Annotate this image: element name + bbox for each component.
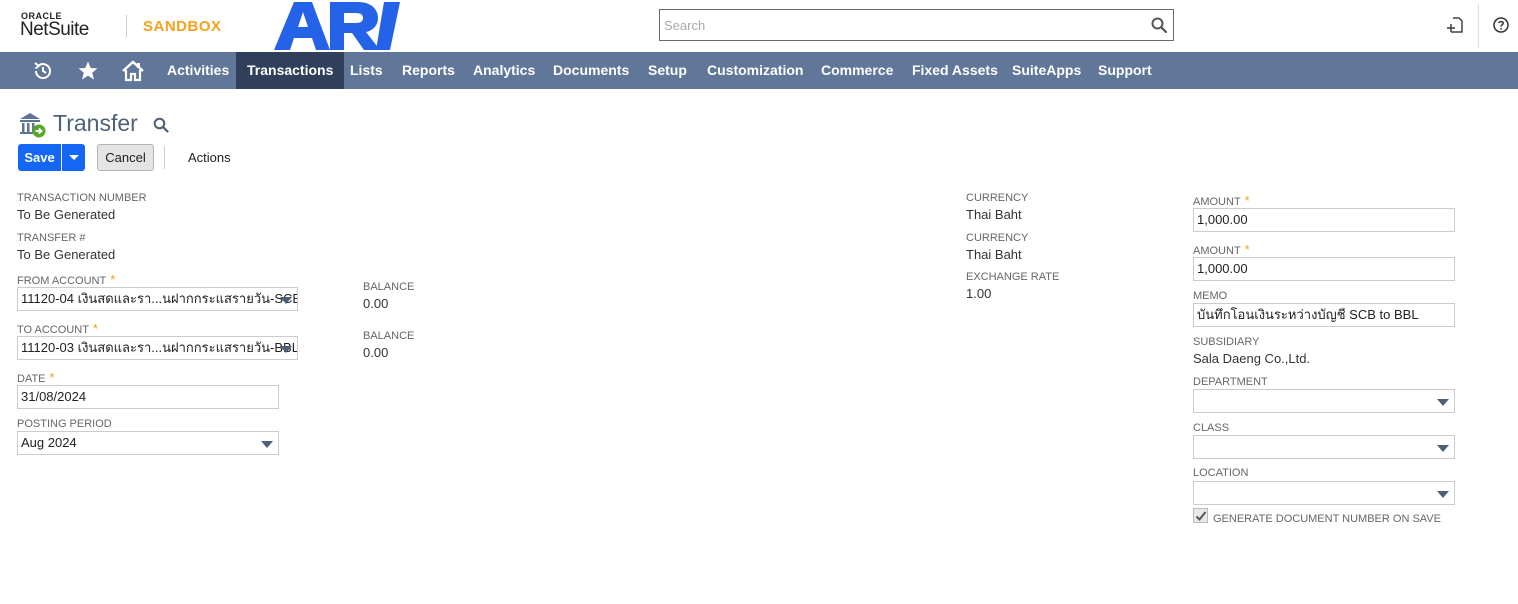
currency-label-1: CURRENCY — [966, 192, 1029, 204]
generate-doc-number-label: GENERATE DOCUMENT NUMBER ON SAVE — [1213, 513, 1441, 525]
required-marker: * — [1244, 193, 1250, 208]
nav-item-suiteapps[interactable]: SuiteApps — [1012, 52, 1081, 89]
amount-label-1: AMOUNT * — [1193, 193, 1250, 208]
netsuite-logo-text[interactable]: NetSuite — [20, 19, 89, 41]
from-balance-value: 0.00 — [363, 296, 389, 311]
company-brand-logo — [274, 2, 400, 50]
to-account-select[interactable]: 11120-03 เงินสดและรา...นฝากกระแสรายวัน-B… — [17, 336, 298, 360]
transfer-number-value: To Be Generated — [17, 247, 116, 262]
home-icon[interactable] — [121, 60, 145, 82]
chevron-down-icon[interactable] — [1437, 491, 1449, 498]
cancel-button[interactable]: Cancel — [97, 144, 154, 171]
from-account-value: 11120-04 เงินสดและรา...นฝากกระแสรายวัน-S… — [21, 291, 298, 306]
location-label: LOCATION — [1193, 467, 1249, 479]
nav-item-commerce[interactable]: Commerce — [821, 52, 893, 89]
favorites-star-icon[interactable] — [77, 60, 99, 82]
from-balance-label: BALANCE — [363, 281, 415, 293]
save-options-dropdown-button[interactable] — [62, 144, 85, 171]
create-new-icon[interactable] — [1446, 16, 1464, 34]
record-search-icon[interactable] — [153, 117, 169, 133]
bank-transfer-icon — [20, 113, 46, 138]
amount-field-2[interactable]: 1,000.00 — [1193, 257, 1455, 281]
chevron-down-icon[interactable] — [280, 346, 292, 353]
memo-field[interactable]: บันทึกโอนเงินระหว่างบัญชี SCB to BBL — [1193, 303, 1455, 327]
to-balance-value: 0.00 — [363, 345, 389, 360]
to-account-label: TO ACCOUNT * — [17, 321, 98, 336]
amount-label-2-text: AMOUNT — [1193, 245, 1241, 257]
nav-item-reports[interactable]: Reports — [402, 52, 455, 89]
nav-item-support[interactable]: Support — [1098, 52, 1152, 89]
global-search-input[interactable] — [660, 10, 1140, 40]
currency-label-2: CURRENCY — [966, 232, 1029, 244]
actions-menu-button[interactable]: Actions — [188, 150, 231, 165]
chevron-down-icon[interactable] — [261, 441, 273, 448]
memo-value: บันทึกโอนเงินระหว่างบัญชี SCB to BBL — [1197, 307, 1419, 322]
nav-item-setup[interactable]: Setup — [648, 52, 687, 89]
search-icon[interactable] — [1151, 17, 1167, 33]
from-account-label-text: FROM ACCOUNT — [17, 275, 107, 287]
logo-divider — [126, 15, 127, 37]
to-balance-label: BALANCE — [363, 330, 415, 342]
recent-records-icon[interactable] — [32, 60, 54, 82]
nav-item-analytics[interactable]: Analytics — [473, 52, 535, 89]
date-label-text: DATE — [17, 373, 46, 385]
nav-item-customization[interactable]: Customization — [707, 52, 803, 89]
posting-period-select[interactable]: Aug 2024 — [17, 431, 279, 455]
help-icon[interactable] — [1492, 16, 1510, 34]
memo-label: MEMO — [1193, 290, 1228, 302]
nav-item-transactions[interactable]: Transactions — [236, 52, 345, 89]
from-account-label: FROM ACCOUNT * — [17, 272, 115, 287]
amount-value-2: 1,000.00 — [1197, 261, 1248, 276]
generate-doc-number-checkbox[interactable] — [1193, 508, 1208, 523]
department-select[interactable] — [1193, 389, 1455, 413]
class-select[interactable] — [1193, 435, 1455, 459]
required-marker: * — [1244, 242, 1250, 257]
currency-value-2: Thai Baht — [966, 247, 1022, 262]
chevron-down-icon[interactable] — [1437, 445, 1449, 452]
header-divider — [1478, 4, 1479, 48]
posting-period-label: POSTING PERIOD — [17, 418, 112, 430]
amount-label-2: AMOUNT * — [1193, 242, 1250, 257]
checkmark-icon — [1195, 511, 1207, 521]
subsidiary-label: SUBSIDIARY — [1193, 336, 1260, 348]
page-title: Transfer — [53, 110, 138, 136]
amount-label-1-text: AMOUNT — [1193, 196, 1241, 208]
exchange-rate-value: 1.00 — [966, 286, 992, 301]
subsidiary-value: Sala Daeng Co.,Ltd. — [1193, 351, 1311, 366]
date-field[interactable]: 31/08/2024 — [17, 385, 279, 409]
sandbox-badge: SANDBOX — [143, 18, 222, 35]
date-label: DATE * — [17, 370, 55, 385]
amount-value-1: 1,000.00 — [1197, 212, 1248, 227]
global-header: ORACLE NetSuite SANDBOX — [0, 0, 1518, 52]
from-account-select[interactable]: 11120-04 เงินสดและรา...นฝากกระแสรายวัน-S… — [17, 287, 298, 311]
posting-period-value: Aug 2024 — [21, 435, 77, 450]
required-marker: * — [92, 321, 98, 336]
required-marker: * — [49, 370, 55, 385]
nav-item-fixed-assets[interactable]: Fixed Assets — [912, 52, 998, 89]
nav-item-lists[interactable]: Lists — [350, 52, 383, 89]
location-select[interactable] — [1193, 481, 1455, 505]
toolbar-divider — [164, 146, 165, 169]
transaction-number-value: To Be Generated — [17, 207, 116, 222]
exchange-rate-label: EXCHANGE RATE — [966, 271, 1060, 283]
date-value: 31/08/2024 — [21, 389, 87, 404]
required-marker: * — [110, 272, 116, 287]
main-nav-bar: Activities Transactions Lists Reports An… — [0, 52, 1518, 89]
department-label: DEPARTMENT — [1193, 376, 1268, 388]
transfer-number-label: TRANSFER # — [17, 232, 86, 244]
nav-item-documents[interactable]: Documents — [553, 52, 629, 89]
global-search-box[interactable] — [659, 9, 1174, 41]
to-account-value: 11120-03 เงินสดและรา...นฝากกระแสรายวัน-B… — [21, 340, 298, 355]
chevron-down-icon[interactable] — [1437, 399, 1449, 406]
nav-item-activities[interactable]: Activities — [167, 52, 229, 89]
to-account-label-text: TO ACCOUNT — [17, 324, 89, 336]
amount-field-1[interactable]: 1,000.00 — [1193, 208, 1455, 232]
transaction-number-label: TRANSACTION NUMBER — [17, 192, 147, 204]
class-label: CLASS — [1193, 422, 1230, 434]
save-button[interactable]: Save — [18, 144, 61, 171]
currency-value-1: Thai Baht — [966, 207, 1022, 222]
chevron-down-icon[interactable] — [280, 297, 292, 304]
